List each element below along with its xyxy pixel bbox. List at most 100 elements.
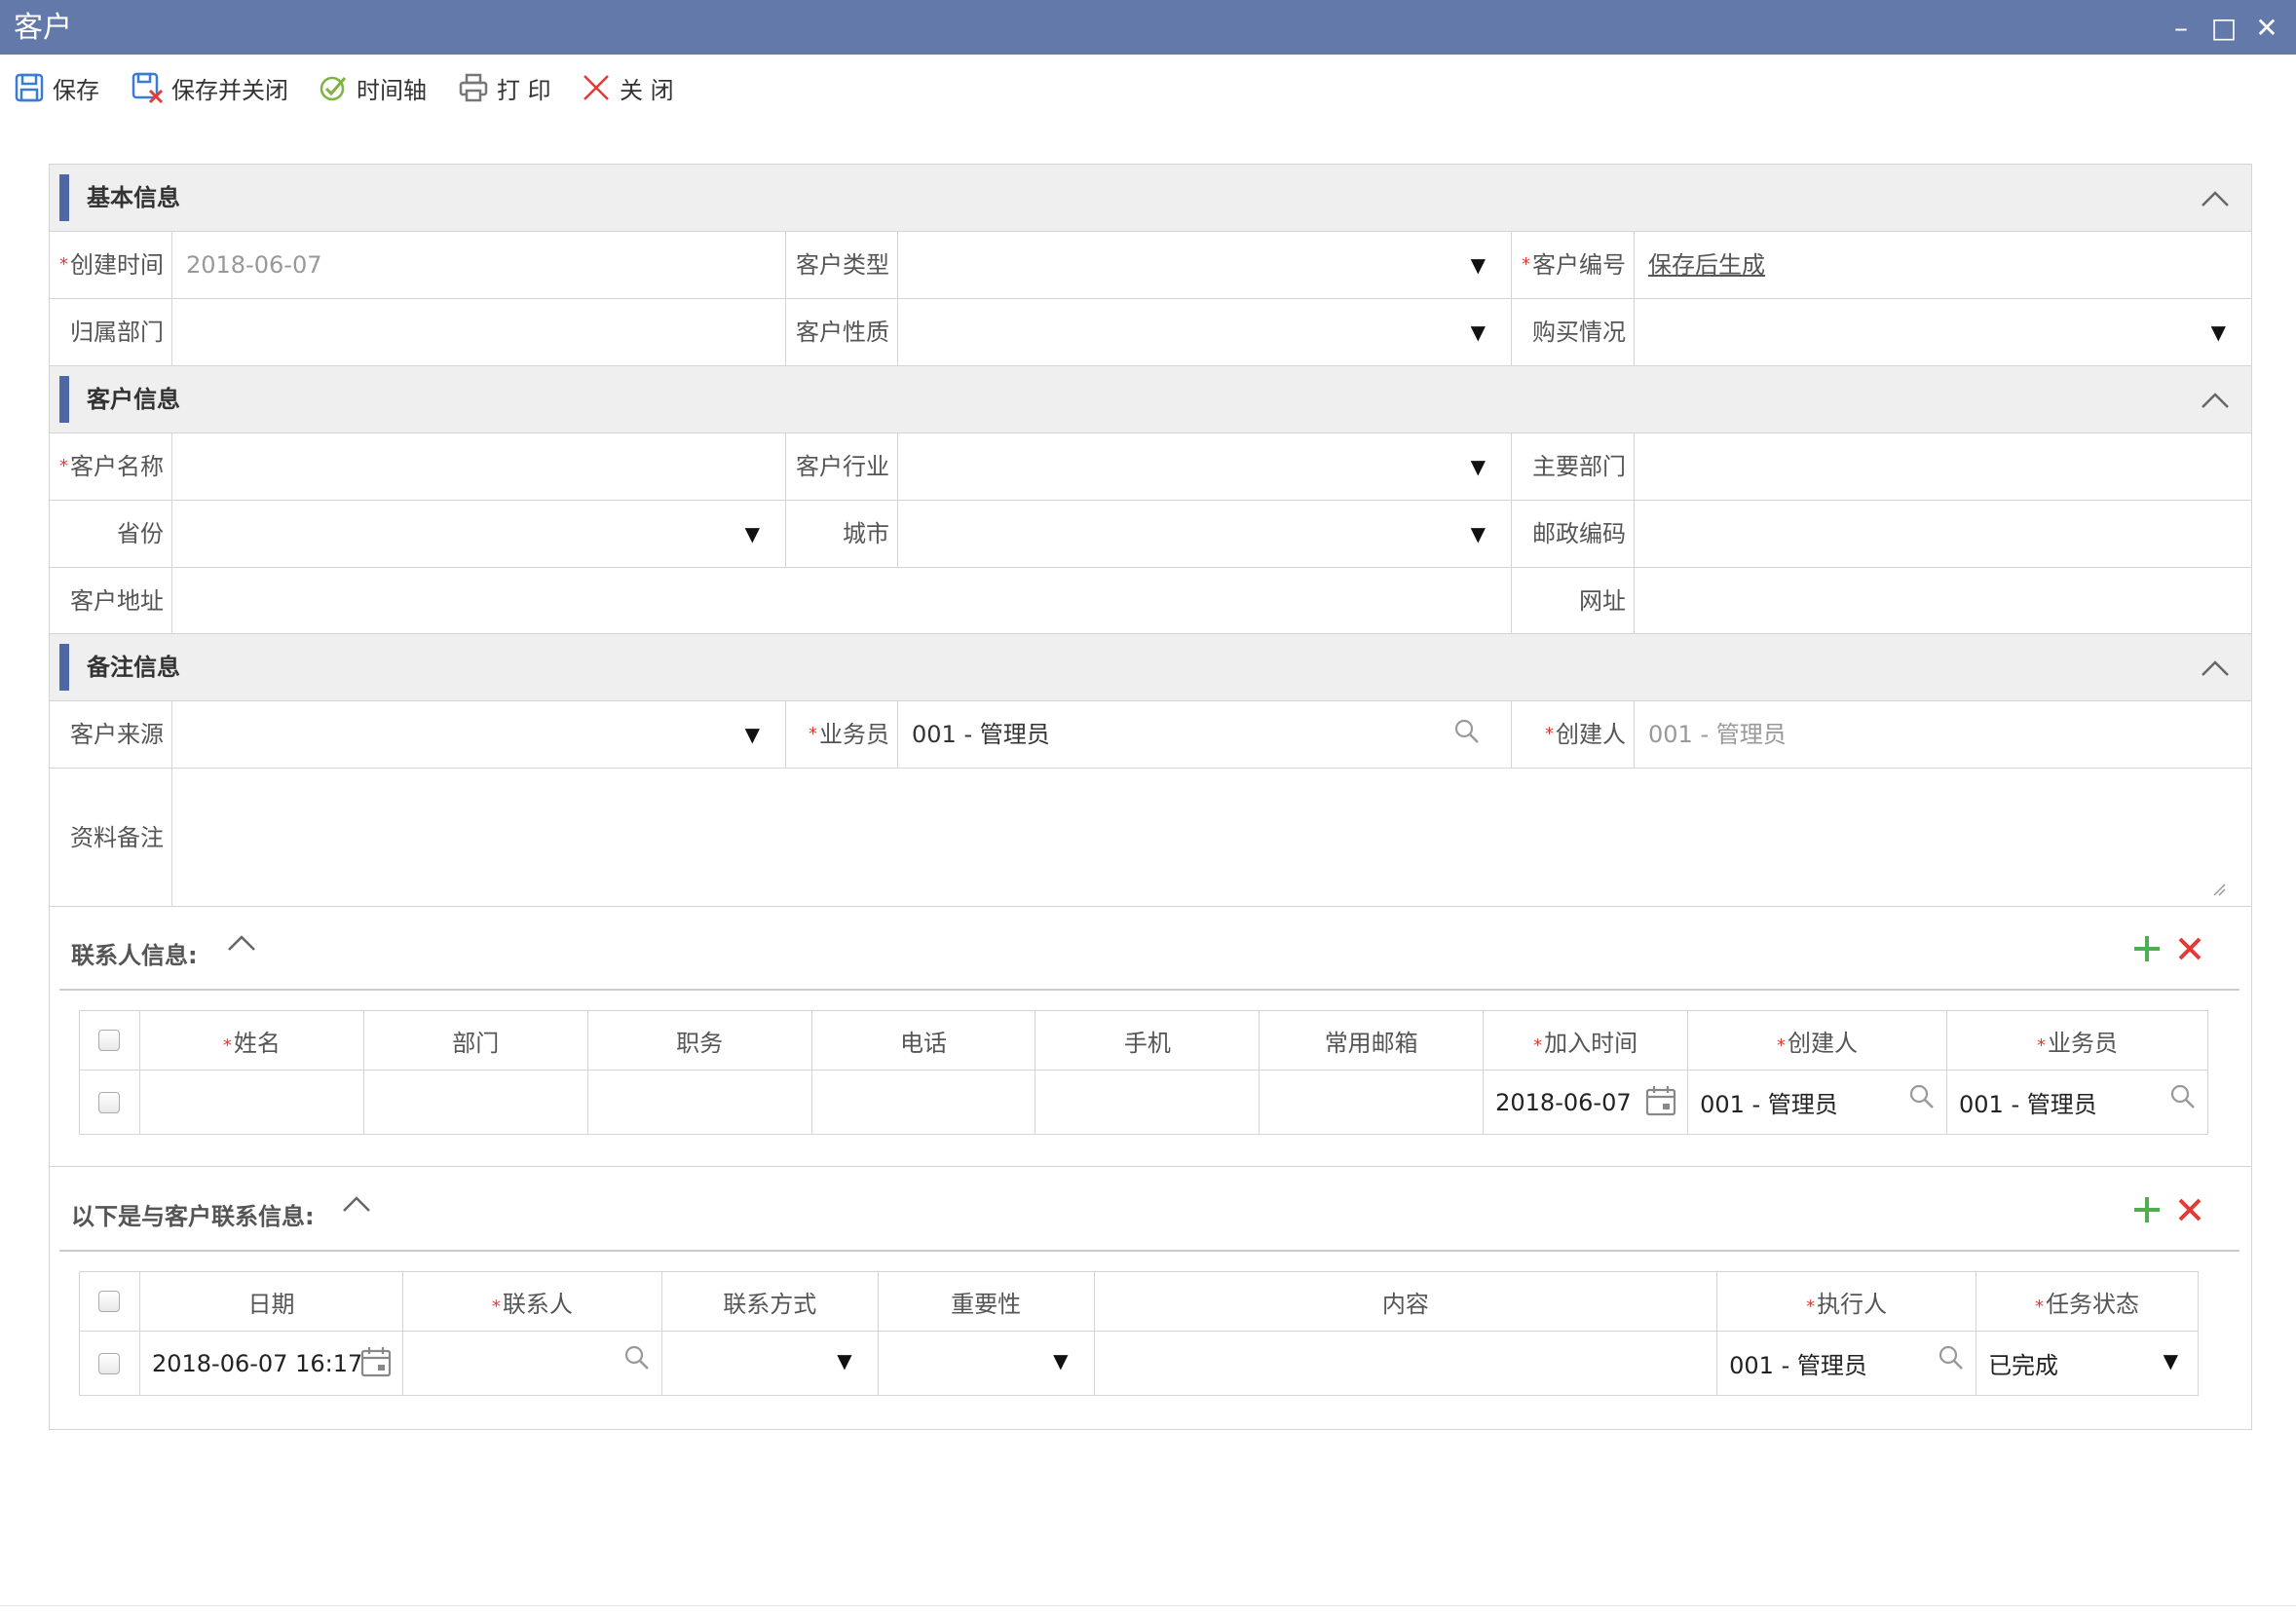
select-all-checkbox[interactable] xyxy=(98,1030,121,1051)
save-close-button[interactable]: 保存并关闭 xyxy=(131,70,288,105)
maximize-button[interactable]: □ xyxy=(2207,12,2240,45)
nature-select[interactable]: ▼ xyxy=(898,299,1512,366)
address-label: 客户地址 xyxy=(50,568,172,634)
contacts-title: 联系人信息: xyxy=(71,942,198,969)
search-icon[interactable] xyxy=(2168,1082,2198,1111)
divider xyxy=(50,1166,2251,1167)
row-checkbox[interactable] xyxy=(98,1091,121,1113)
importance-select[interactable]: ▼ xyxy=(877,1331,1095,1396)
resize-handle-icon[interactable] xyxy=(2212,883,2226,896)
close-x-icon xyxy=(583,75,609,100)
industry-label: 客户行业 xyxy=(786,433,898,501)
x-icon[interactable] xyxy=(2177,936,2202,961)
website-label: 网址 xyxy=(1512,568,1635,634)
chevron-up-icon[interactable] xyxy=(340,1189,373,1222)
print-button[interactable]: 打 印 xyxy=(458,70,551,105)
section-customer-info[interactable]: 客户信息 xyxy=(50,366,2251,433)
minimize-button[interactable]: – xyxy=(2164,12,2198,45)
email-cell[interactable] xyxy=(1259,1070,1485,1135)
save-button[interactable]: 保存 xyxy=(14,70,99,105)
executor-cell[interactable]: 001 - 管理员 xyxy=(1716,1331,1977,1396)
province-select[interactable]: ▼ xyxy=(172,501,786,568)
save-label: 保存 xyxy=(53,76,99,104)
x-icon[interactable] xyxy=(2177,1197,2202,1222)
main-dept-label: 主要部门 xyxy=(1512,433,1635,501)
select-all-cell[interactable] xyxy=(79,1010,140,1071)
website-field[interactable] xyxy=(1635,568,2251,634)
close-button[interactable]: 关 闭 xyxy=(581,70,674,105)
status-bar-line xyxy=(0,1605,2296,1606)
calendar-icon[interactable] xyxy=(359,1345,393,1378)
creator-cell[interactable]: 001 - 管理员 xyxy=(1687,1070,1947,1135)
timeline-button[interactable]: 时间轴 xyxy=(318,70,427,105)
city-label: 城市 xyxy=(786,501,898,568)
salesman-field[interactable]: 001 - 管理员 xyxy=(898,701,1512,769)
row-select-cell[interactable] xyxy=(79,1070,140,1135)
created-time-field[interactable]: 2018-06-07 xyxy=(172,232,786,299)
city-select[interactable]: ▼ xyxy=(898,501,1512,568)
section-accent-bar xyxy=(59,376,69,423)
printer-icon xyxy=(459,73,488,102)
mobile-cell[interactable] xyxy=(1035,1070,1261,1135)
calendar-icon[interactable] xyxy=(1644,1084,1677,1117)
section-basic-info[interactable]: 基本信息 xyxy=(50,165,2251,232)
customer-type-select[interactable]: ▼ xyxy=(898,232,1512,299)
table-row: 2018-06-07 16:17 ▼ ▼ 001 - 管理员 已完成 ▼ xyxy=(79,1331,2199,1396)
table-row: 2018-06-07 001 - 管理员 001 - 管理员 xyxy=(79,1070,2208,1135)
row-select-cell[interactable] xyxy=(79,1331,140,1396)
purchase-select[interactable]: ▼ xyxy=(1635,299,2251,366)
main-dept-field[interactable] xyxy=(1635,433,2251,501)
toolbar: 保存 保存并关闭 时间轴 打 印 关 闭 xyxy=(0,58,2296,117)
chevron-up-icon[interactable] xyxy=(2199,652,2232,685)
search-icon[interactable] xyxy=(622,1343,652,1372)
source-select[interactable]: ▼ xyxy=(172,701,786,769)
content-cell[interactable] xyxy=(1093,1331,1718,1396)
salesman-cell[interactable]: 001 - 管理员 xyxy=(1946,1070,2208,1135)
section-remarks-info[interactable]: 备注信息 xyxy=(50,634,2251,701)
industry-select[interactable]: ▼ xyxy=(898,433,1512,501)
dropdown-arrow-icon: ▼ xyxy=(2163,1349,2178,1372)
chevron-up-icon[interactable] xyxy=(2199,384,2232,417)
date-cell[interactable]: 2018-06-07 16:17 xyxy=(138,1331,403,1396)
search-icon[interactable] xyxy=(1907,1082,1937,1111)
contact-person-cell[interactable] xyxy=(401,1331,662,1396)
print-label: 打 印 xyxy=(497,76,551,104)
postcode-field[interactable] xyxy=(1635,501,2251,568)
dept-cell[interactable] xyxy=(362,1070,588,1135)
dropdown-arrow-icon: ▼ xyxy=(1470,522,1486,545)
search-icon[interactable] xyxy=(1452,717,1482,746)
column-header: 内容 xyxy=(1093,1271,1718,1332)
select-all-checkbox[interactable] xyxy=(98,1291,121,1312)
customer-no-field[interactable]: 保存后生成 xyxy=(1635,232,2251,299)
save-close-icon xyxy=(132,72,164,104)
dept-field[interactable] xyxy=(172,299,786,366)
position-cell[interactable] xyxy=(586,1070,812,1135)
select-all-cell[interactable] xyxy=(79,1271,140,1332)
row-checkbox[interactable] xyxy=(98,1352,121,1374)
customer-name-label: * 客户名称 xyxy=(50,433,172,501)
column-header: 部门 xyxy=(362,1010,588,1071)
search-icon[interactable] xyxy=(1937,1343,1966,1372)
column-header: *姓名 xyxy=(138,1010,364,1071)
join-time-cell[interactable]: 2018-06-07 xyxy=(1483,1070,1689,1135)
contact-method-select[interactable]: ▼ xyxy=(660,1331,879,1396)
chevron-up-icon[interactable] xyxy=(225,928,258,961)
chevron-up-icon[interactable] xyxy=(2199,182,2232,215)
customer-no-link[interactable]: 保存后生成 xyxy=(1648,251,1765,279)
window-close-button[interactable]: ✕ xyxy=(2250,12,2283,45)
plus-icon[interactable] xyxy=(2132,1195,2162,1224)
creator-field[interactable]: 001 - 管理员 xyxy=(1635,701,2251,769)
address-field[interactable] xyxy=(172,568,1512,634)
check-circle-icon xyxy=(320,76,347,101)
province-label: 省份 xyxy=(50,501,172,568)
phone-cell[interactable] xyxy=(810,1070,1036,1135)
column-header: 常用邮箱 xyxy=(1259,1010,1485,1071)
notes-textarea[interactable] xyxy=(172,769,2251,907)
dropdown-arrow-icon: ▼ xyxy=(744,723,760,746)
customer-name-field[interactable] xyxy=(172,433,786,501)
task-status-select[interactable]: 已完成 ▼ xyxy=(1976,1331,2199,1396)
name-cell[interactable] xyxy=(138,1070,364,1135)
plus-icon[interactable] xyxy=(2132,934,2162,963)
dept-label: 归属部门 xyxy=(50,299,172,366)
save-close-label: 保存并关闭 xyxy=(171,76,288,104)
